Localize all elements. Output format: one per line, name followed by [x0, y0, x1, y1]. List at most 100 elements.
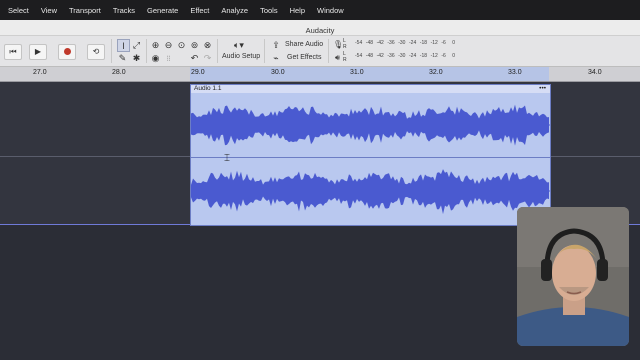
share-audio-icon: ⇪ [272, 40, 280, 50]
meter-tick-label: -48 [365, 53, 374, 59]
envelope-icon: ⤢ [132, 40, 141, 50]
loop-button[interactable]: ⟲ [87, 44, 105, 60]
pencil-icon: ✎ [118, 53, 127, 63]
mic-icon[interactable]: 🎙︎ [333, 39, 343, 51]
meter-tick-label: -42 [376, 40, 384, 46]
waveform-right-channel [191, 169, 550, 215]
get-effects-button[interactable]: Get Effects [287, 54, 322, 61]
zoom-fit-selection-icon: ⊙ [177, 40, 186, 50]
audio-setup-speaker[interactable]: 🔈︎▾ [228, 39, 250, 51]
silence-icon: ⫶⫶ [166, 56, 171, 63]
meter-tick-label: -12 [430, 53, 438, 59]
skip-to-start-button[interactable]: ⏮ [4, 44, 22, 60]
i-beam-cursor-icon: ⌶ [224, 153, 230, 164]
menu-tracks[interactable]: Tracks [113, 6, 135, 15]
waveform-left-channel [191, 104, 550, 146]
clip-header[interactable]: Audio 1.1 ••• [191, 85, 550, 93]
zoom-in-icon: ⊕ [151, 40, 160, 50]
meter-tick-label: 0 [452, 53, 455, 59]
ruler-tick-label: 31.0 [350, 69, 364, 76]
menu-select[interactable]: Select [8, 6, 29, 15]
meter-tick-label: -24 [409, 53, 417, 59]
skip-start-icon: ⏮ [9, 47, 17, 56]
meter-play-channel-r: R [343, 57, 347, 63]
selection-tool-button[interactable]: I [117, 39, 130, 52]
menu-help[interactable]: Help [290, 6, 305, 15]
i-beam-icon: I [122, 41, 125, 51]
zoom-out-button[interactable]: ⊖ [163, 39, 174, 51]
meter-tick-label: -24 [409, 40, 417, 46]
ruler-tick-label: 30.0 [271, 69, 285, 76]
play-icon: ▶ [34, 47, 42, 56]
speaker-icon: 🔈︎▾ [234, 40, 244, 50]
menu-view[interactable]: View [41, 6, 57, 15]
undo-icon: ↶ [190, 53, 199, 63]
ruler-tick-label: 34.0 [588, 69, 602, 76]
meter-tick-label: -42 [376, 53, 384, 59]
meter-tick-label: 0 [452, 40, 455, 46]
menu-window[interactable]: Window [317, 6, 344, 15]
window-title: Audacity [305, 26, 335, 35]
meter-tick-label: -6 [441, 53, 446, 59]
meter-tick-label: -18 [419, 40, 428, 46]
webcam-overlay [517, 207, 629, 346]
envelope-tool-button[interactable]: ⤢ [131, 39, 142, 51]
ruler-tick-label: 27.0 [33, 69, 47, 76]
clip-menu-button[interactable]: ••• [539, 85, 546, 93]
fit-project-button[interactable]: ⊚ [189, 39, 200, 51]
loop-icon: ⟲ [92, 47, 100, 56]
ruler-tick-label: 28.0 [112, 69, 126, 76]
multi-tool-button[interactable]: ✱ [131, 52, 142, 64]
menu-bar: Select View Transport Tracks Generate Ef… [0, 0, 640, 20]
menu-tools[interactable]: Tools [260, 6, 278, 15]
timeline-ruler[interactable]: 27.0 28.0 29.0 30.0 31.0 32.0 33.0 34.0 [0, 67, 640, 82]
window-titlebar: Audacity [0, 20, 640, 36]
redo-icon: ↷ [203, 53, 212, 63]
silence-button[interactable]: ⫶⫶ [163, 52, 174, 66]
draw-tool-button[interactable]: ✎ [117, 52, 128, 64]
meter-tick-label: -54 [355, 40, 363, 46]
zoom-toggle-icon: ⊗ [203, 40, 212, 50]
ruler-selection [190, 67, 549, 81]
ruler-tick-label: 29.0 [191, 69, 205, 76]
menu-generate[interactable]: Generate [147, 6, 178, 15]
menu-analyze[interactable]: Analyze [221, 6, 248, 15]
record-icon [63, 48, 71, 55]
get-effects-icon: ⌁ [273, 53, 279, 63]
zoom-in-button[interactable]: ⊕ [150, 39, 161, 51]
meter-record-channel-r: R [343, 44, 347, 50]
meter-tick-label: -48 [365, 40, 374, 46]
undo-button[interactable]: ↶ [189, 52, 200, 64]
share-audio-button[interactable]: Share Audio [285, 41, 323, 48]
redo-button[interactable]: ↷ [202, 52, 213, 64]
zoom-out-icon: ⊖ [164, 40, 173, 50]
zoom-fit-project-icon: ⊚ [190, 40, 199, 50]
trim-icon: ◉ [151, 53, 160, 63]
fit-selection-button[interactable]: ⊙ [176, 39, 187, 51]
menu-effect[interactable]: Effect [190, 6, 209, 15]
meter-tick-label: -36 [387, 53, 395, 59]
asterisk-icon: ✱ [132, 53, 141, 63]
meter-tick-label: -30 [398, 53, 406, 59]
audio-clip[interactable]: Audio 1.1 ••• [190, 84, 551, 226]
menu-transport[interactable]: Transport [69, 6, 101, 15]
trim-outside-button[interactable]: ◉ [150, 52, 161, 64]
meter-tick-label: -6 [441, 40, 446, 46]
meter-tick-label: -18 [419, 53, 428, 59]
channel-divider [191, 157, 550, 158]
toolbar: ⏮ ▶ ⟲ I ⤢ ✎ ✱ ⊕ ⊖ ⊙ ⊚ ⊗ ◉ ⫶⫶ ↶ ↷ 🔈︎▾ Aud… [0, 36, 640, 67]
zoom-toggle-button[interactable]: ⊗ [202, 39, 213, 51]
meter-tick-label: -12 [430, 40, 438, 46]
audio-setup-label[interactable]: Audio Setup [222, 53, 260, 60]
record-meter[interactable]: -54 -48 -42 -36 -30 -24 -18 -12 -6 0 [355, 40, 463, 50]
playback-speaker-icon[interactable]: 🔊︎ [333, 52, 342, 64]
clip-name: Audio 1.1 [194, 85, 222, 92]
meter-tick-label: -36 [387, 40, 395, 46]
meter-tick-label: -54 [355, 53, 363, 59]
ruler-tick-label: 33.0 [508, 69, 522, 76]
playback-meter[interactable]: -54 -48 -42 -36 -30 -24 -18 -12 -6 0 [355, 53, 463, 63]
play-button[interactable]: ▶ [29, 44, 47, 60]
presenter-video [517, 207, 629, 346]
record-button[interactable] [58, 44, 76, 60]
ruler-tick-label: 32.0 [429, 69, 443, 76]
